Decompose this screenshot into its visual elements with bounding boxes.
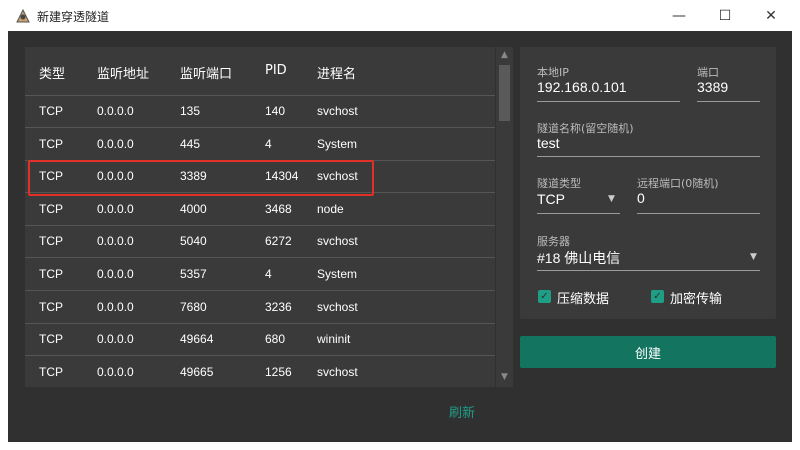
cell-pid: 4 xyxy=(265,267,272,281)
remote-port-label: 远程端口(0随机) xyxy=(637,177,719,190)
cell-pid: 1256 xyxy=(265,364,292,379)
tunnel-name-underline xyxy=(537,156,760,157)
server-underline xyxy=(537,270,760,271)
cell-listen-address: 0.0.0.0 xyxy=(97,299,134,314)
port-field[interactable]: 3389 xyxy=(697,79,728,95)
cell-listen-port: 49665 xyxy=(180,364,214,379)
port-label: 端口 xyxy=(697,66,719,79)
window-bottom-edge xyxy=(0,442,800,450)
refresh-button[interactable]: 刷新 xyxy=(449,402,475,421)
table-row[interactable]: TCP 0.0.0.0 49664 680 wininit xyxy=(25,324,495,357)
table-header: 类型 监听地址 监听端口 PID 进程名 xyxy=(25,47,495,96)
cell-listen-port: 4000 xyxy=(180,201,207,216)
tunnel-type-label: 隧道类型 xyxy=(537,177,581,190)
cell-listen-address: 0.0.0.0 xyxy=(97,267,134,281)
table-row[interactable]: TCP 0.0.0.0 135 140 svchost xyxy=(25,96,495,128)
cell-listen-port: 7680 xyxy=(180,299,207,314)
create-button[interactable]: 创建 xyxy=(520,336,776,368)
cell-process: wininit xyxy=(317,332,351,347)
column-header-process[interactable]: 进程名 xyxy=(317,63,356,82)
cell-listen-address: 0.0.0.0 xyxy=(97,104,134,118)
cell-process: System xyxy=(317,136,358,151)
tunnel-type-select[interactable]: TCP xyxy=(537,191,565,207)
scroll-thumb[interactable] xyxy=(499,65,510,121)
table-row[interactable]: TCP 0.0.0.0 5040 6272 svchost xyxy=(25,226,495,259)
local-ip-label: 本地IP xyxy=(537,66,569,79)
cell-listen-port: 5040 xyxy=(180,234,207,249)
cell-listen-address: 0.0.0.0 xyxy=(97,201,134,216)
table-row[interactable]: TCP 0.0.0.0 4000 3468 node xyxy=(25,193,495,226)
cell-type: TCP xyxy=(39,267,63,281)
tunnel-name-field[interactable]: test xyxy=(537,135,560,151)
cell-type: TCP xyxy=(39,234,63,249)
cell-pid: 140 xyxy=(265,104,286,118)
cell-listen-port: 49664 xyxy=(180,332,214,347)
cell-pid: 6272 xyxy=(265,234,292,249)
port-underline xyxy=(697,101,760,102)
tunnel-name-label: 隧道名称(留空随机) xyxy=(537,122,634,135)
cell-type: TCP xyxy=(39,364,63,379)
cell-pid: 3468 xyxy=(265,201,292,216)
table-row[interactable]: TCP 0.0.0.0 445 4 System xyxy=(25,128,495,161)
column-header-listen-port[interactable]: 监听端口 xyxy=(180,63,232,82)
cell-listen-address: 0.0.0.0 xyxy=(97,234,134,249)
tunnel-type-underline xyxy=(537,213,620,214)
cell-listen-address: 0.0.0.0 xyxy=(97,136,134,151)
cell-type: TCP xyxy=(39,332,63,347)
cell-type: TCP xyxy=(39,104,63,118)
server-label: 服务器 xyxy=(537,235,570,248)
encrypt-checkbox[interactable]: ✓ xyxy=(651,290,664,303)
local-ip-underline xyxy=(537,101,680,102)
cell-listen-port: 135 xyxy=(180,104,201,118)
selected-row-highlight xyxy=(28,160,374,196)
table-scrollbar[interactable]: ▲ ▼ xyxy=(496,47,513,387)
cell-process: svchost xyxy=(317,299,358,314)
cell-pid: 680 xyxy=(265,332,286,347)
column-header-pid[interactable]: PID xyxy=(265,63,287,78)
cell-process: node xyxy=(317,201,344,216)
window-title: 新建穿透隧道 xyxy=(37,10,110,24)
close-button[interactable]: ✕ xyxy=(748,0,794,31)
tunnel-type-dropdown-icon[interactable]: ▼ xyxy=(608,194,615,204)
cell-type: TCP xyxy=(39,201,63,216)
cell-process: svchost xyxy=(317,104,358,118)
table-row[interactable]: TCP 0.0.0.0 49665 1256 svchost xyxy=(25,356,495,387)
server-select[interactable]: #18 佛山电信 xyxy=(537,248,620,268)
port-table: 类型 监听地址 监听端口 PID 进程名 TCP 0.0.0.0 135 140 svc… xyxy=(25,47,495,387)
cell-type: TCP xyxy=(39,299,63,314)
compress-label[interactable]: 压缩数据 xyxy=(557,288,609,307)
remote-port-underline xyxy=(637,213,760,214)
column-header-type[interactable]: 类型 xyxy=(39,63,65,82)
scroll-down-icon[interactable]: ▼ xyxy=(496,369,513,385)
cell-process: System xyxy=(317,267,358,281)
tunnel-form: 本地IP 192.168.0.101 端口 3389 隧道名称(留空随机) te… xyxy=(520,47,776,319)
cell-listen-address: 0.0.0.0 xyxy=(97,332,134,347)
cell-process: svchost xyxy=(317,234,358,249)
cell-listen-address: 0.0.0.0 xyxy=(97,364,134,379)
encrypt-label[interactable]: 加密传输 xyxy=(670,288,722,307)
cell-process: svchost xyxy=(317,364,358,379)
cell-pid: 3236 xyxy=(265,299,292,314)
table-row[interactable]: TCP 0.0.0.0 5357 4 System xyxy=(25,259,495,291)
table-row[interactable]: TCP 0.0.0.0 7680 3236 svchost xyxy=(25,291,495,324)
cell-listen-port: 5357 xyxy=(180,267,207,281)
scroll-up-icon[interactable]: ▲ xyxy=(496,47,513,63)
title-bar: 新建穿透隧道 — ☐ ✕ xyxy=(0,0,800,31)
column-header-listen-address[interactable]: 监听地址 xyxy=(97,63,149,82)
cell-type: TCP xyxy=(39,136,63,151)
client-area: 类型 监听地址 监听端口 PID 进程名 TCP 0.0.0.0 135 140 svc… xyxy=(8,31,792,442)
compress-checkbox[interactable]: ✓ xyxy=(538,290,551,303)
remote-port-field[interactable]: 0 xyxy=(637,190,645,206)
maximize-button[interactable]: ☐ xyxy=(702,0,748,31)
cell-listen-port: 445 xyxy=(180,136,201,151)
local-ip-field[interactable]: 192.168.0.101 xyxy=(537,79,627,95)
tunnel-window: 新建穿透隧道 — ☐ ✕ 类型 监听地址 监听端口 PID 进程名 TCP 0.0… xyxy=(0,0,800,450)
app-icon xyxy=(16,8,30,23)
minimize-button[interactable]: — xyxy=(656,0,702,31)
cell-pid: 4 xyxy=(265,136,272,151)
server-dropdown-icon[interactable]: ▼ xyxy=(750,252,757,262)
